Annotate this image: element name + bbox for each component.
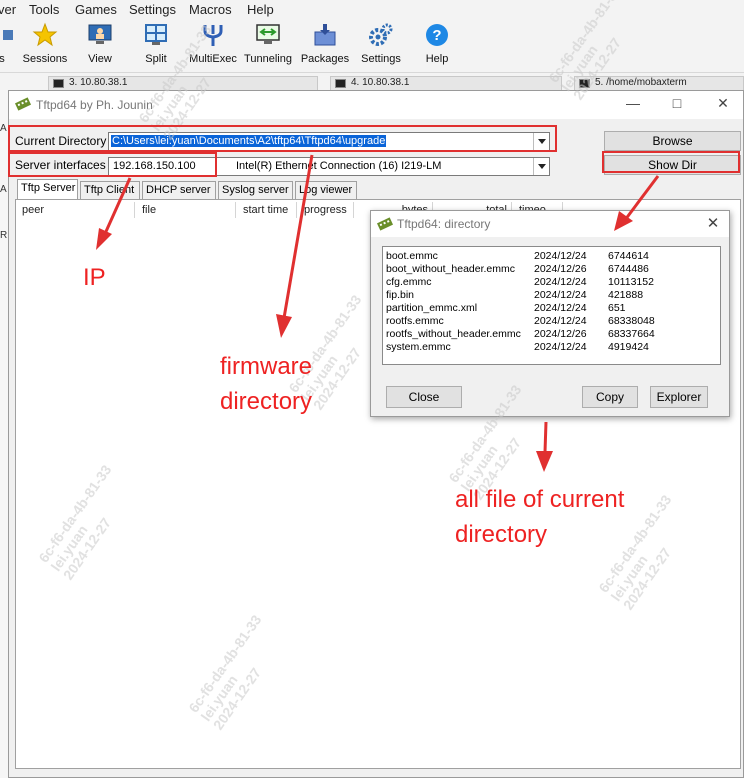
firmware-arrowhead — [276, 314, 292, 338]
firmware-annotation-line1: firmware — [220, 353, 313, 380]
annotation-arrows — [96, 154, 660, 472]
ip-annotation: IP — [83, 264, 106, 291]
files-annotation-line1: all file of current — [455, 486, 625, 513]
showdir-arrow — [623, 175, 660, 221]
files-arrowhead — [536, 451, 553, 472]
ip-arrowhead — [96, 228, 112, 250]
firmware-annotation-line2: directory — [220, 388, 313, 415]
files-annotation-line2: directory — [455, 521, 548, 548]
screen: ver Tools Games Settings Macros Help s S… — [0, 0, 744, 778]
firmware-arrow — [282, 154, 314, 319]
files-arrow — [543, 421, 548, 453]
ip-arrow — [102, 177, 132, 237]
